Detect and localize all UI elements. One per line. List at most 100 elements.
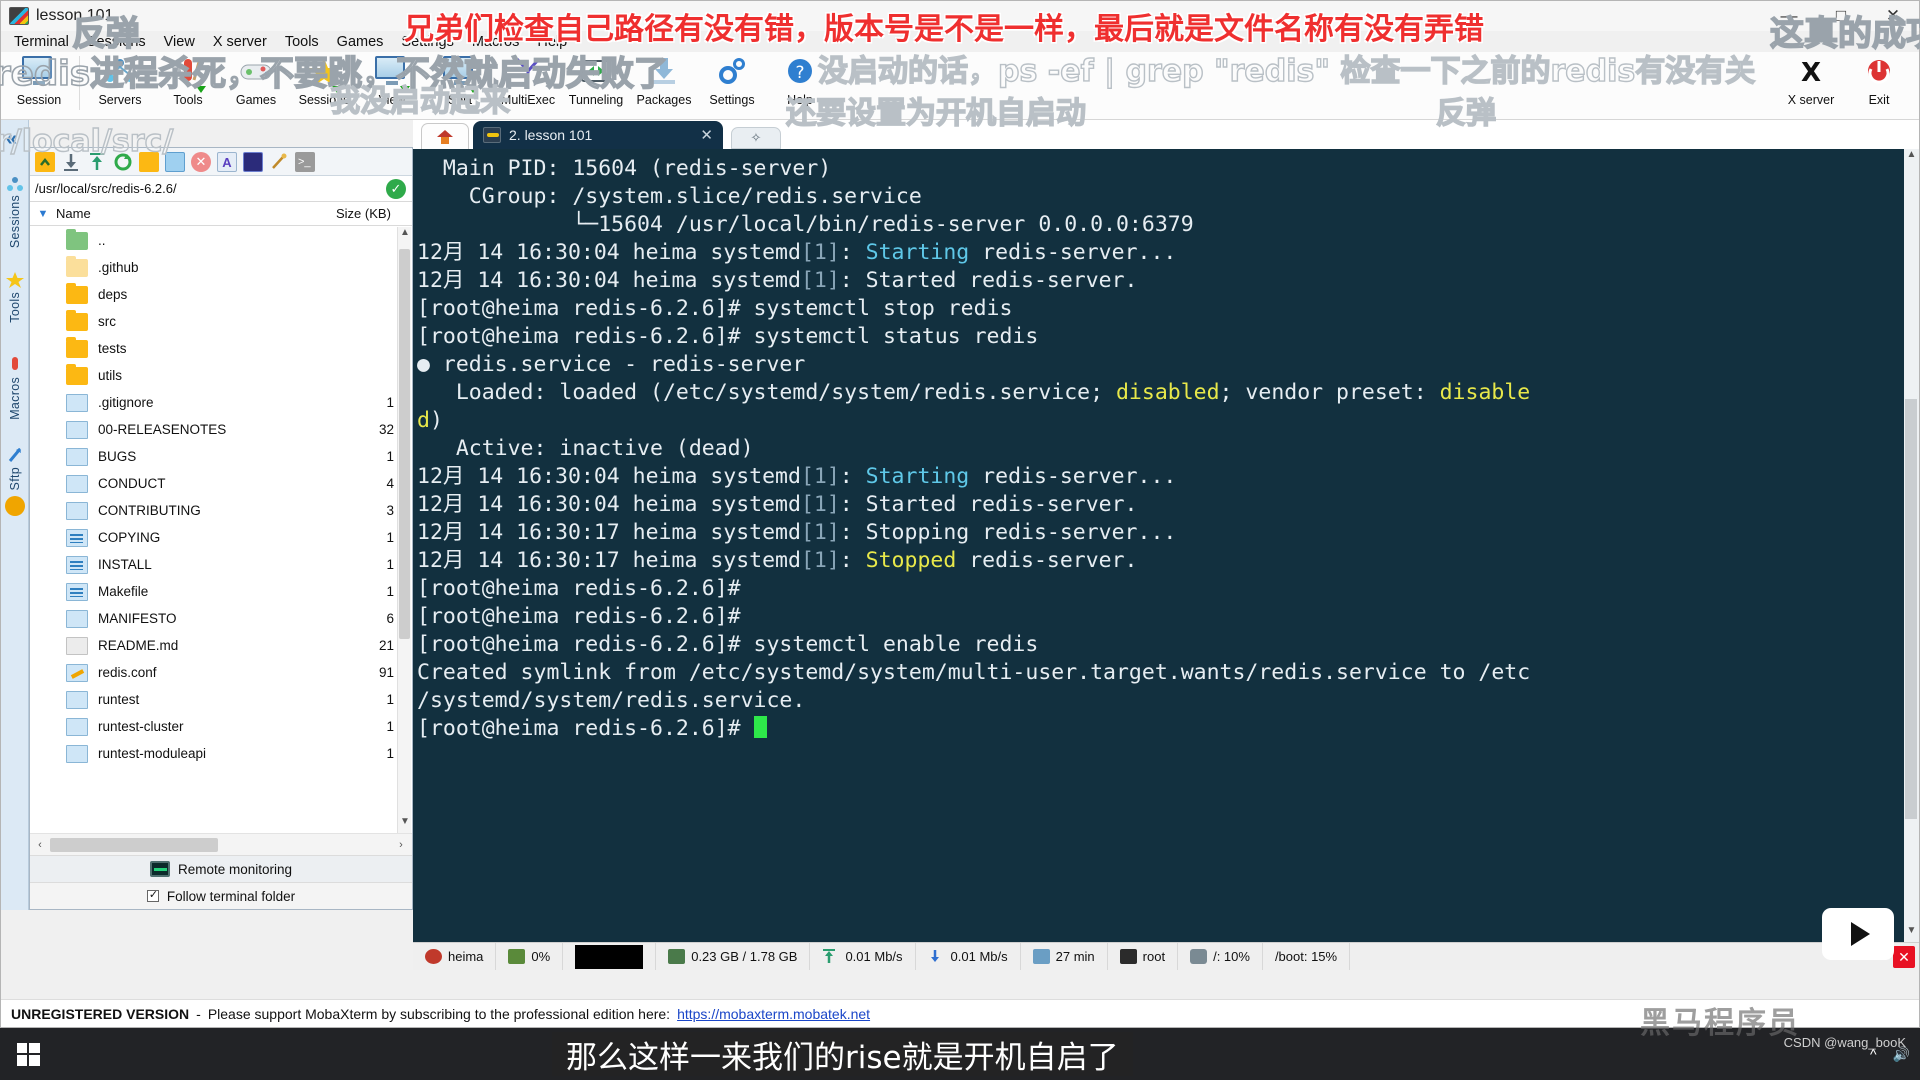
toolbar-x-server[interactable]: X X server — [1777, 52, 1845, 118]
checkbox-icon[interactable] — [146, 888, 159, 902]
upload-icon[interactable] — [87, 152, 107, 172]
start-button[interactable] — [0, 1028, 56, 1080]
mobaxterm-logo-icon — [9, 7, 29, 25]
play-button-overlay[interactable] — [1822, 908, 1894, 960]
file-row[interactable]: BUGS 1 — [30, 443, 412, 470]
toolbar-packages[interactable]: Packages — [630, 52, 698, 118]
file-list-horizontal-scrollbar[interactable]: ‹ › — [30, 833, 412, 855]
home-tab[interactable] — [421, 123, 469, 149]
scroll-down-arrow-icon[interactable]: ▼ — [398, 816, 412, 833]
download-arrow-icon — [928, 949, 945, 964]
file-row[interactable]: tests — [30, 335, 412, 362]
remote-monitoring-button[interactable]: Remote monitoring — [30, 855, 412, 882]
file-row[interactable]: README.md 21 — [30, 632, 412, 659]
text-mode-icon[interactable]: A — [217, 151, 237, 172]
scroll-right-arrow-icon[interactable]: › — [390, 839, 412, 851]
menu-view[interactable]: View — [155, 34, 204, 50]
close-button[interactable]: ✕ — [1867, 1, 1919, 31]
binary-mode-icon[interactable] — [243, 151, 263, 172]
terminal-scroll-down-icon[interactable]: ▼ — [1904, 925, 1919, 942]
column-size[interactable]: Size (KB) — [336, 206, 412, 221]
tunneling-icon — [579, 56, 613, 90]
status-cpu-label: 0% — [531, 949, 551, 964]
toolbar-servers[interactable]: Servers — [86, 52, 154, 118]
menu-settings[interactable]: Settings — [392, 34, 462, 50]
sort-caret-icon[interactable]: ▼ — [30, 208, 56, 220]
horizontal-scroll-thumb[interactable] — [50, 837, 218, 852]
scroll-up-arrow-icon[interactable]: ▲ — [398, 227, 412, 244]
file-row[interactable]: src — [30, 308, 412, 335]
toolbar-multiexec-label: MultiExec — [500, 93, 556, 107]
toolbar-exit[interactable]: Exit — [1845, 52, 1913, 118]
terminal-scrollbar[interactable]: ▲ ▼ — [1904, 149, 1919, 942]
file-row[interactable]: utils — [30, 362, 412, 389]
file-row[interactable]: .. — [30, 227, 412, 254]
toolbar-sessions[interactable]: Sessions — [290, 52, 358, 118]
terminal-tab-close-icon[interactable]: ✕ — [700, 126, 713, 144]
scroll-left-arrow-icon[interactable]: ‹ — [30, 839, 50, 851]
go-up-icon[interactable] — [35, 151, 55, 172]
file-row[interactable]: .github — [30, 254, 412, 281]
file-row[interactable]: 00-RELEASENOTES 32 — [30, 416, 412, 443]
terminal-scroll-up-icon[interactable]: ▲ — [1904, 149, 1919, 166]
file-row[interactable]: INSTALL 1 — [30, 551, 412, 578]
file-list[interactable]: .. .github deps src tests utils .gitignore 1 00-… — [30, 227, 412, 833]
file-row[interactable]: runtest-moduleapi 1 — [30, 740, 412, 767]
sidebar-tab-macros[interactable]: Macros — [1, 356, 29, 420]
home-icon — [437, 129, 453, 144]
status-close-button[interactable]: ✕ — [1893, 946, 1915, 968]
column-name[interactable]: Name — [56, 206, 336, 221]
menu-terminal[interactable]: Terminal — [5, 34, 78, 50]
terminal-output[interactable]: Main PID: 15604 (redis-server) CGroup: /… — [413, 149, 1919, 942]
sidebar-tab-sftp[interactable]: Sftp — [1, 446, 29, 490]
file-list-vertical-scrollbar[interactable]: ▲ ▼ — [397, 227, 411, 833]
toolbar-games[interactable]: Games — [222, 52, 290, 118]
delete-icon[interactable]: ✕ — [191, 151, 211, 172]
file-row[interactable]: redis.conf 91 — [30, 659, 412, 686]
terminal-tab-lesson-101[interactable]: 2. lesson 101 ✕ — [473, 121, 723, 149]
path-bar: ✓ — [30, 176, 412, 202]
menu-help[interactable]: Help — [528, 34, 576, 50]
toolbar-multiexec[interactable]: MultiExec — [494, 52, 562, 118]
toolbar-help[interactable]: ? Help — [766, 52, 834, 118]
terminal-icon[interactable]: >_ — [295, 151, 315, 172]
file-row[interactable]: runtest 1 — [30, 686, 412, 713]
file-row[interactable]: runtest-cluster 1 — [30, 713, 412, 740]
file-row[interactable]: CONTRIBUTING 3 — [30, 497, 412, 524]
refresh-icon[interactable] — [113, 152, 133, 172]
new-file-icon[interactable] — [165, 151, 185, 172]
file-row[interactable]: Makefile 1 — [30, 578, 412, 605]
vertical-scroll-thumb[interactable] — [399, 249, 410, 639]
minimize-button[interactable]: — — [1763, 1, 1815, 31]
new-tab-button[interactable]: ✧ — [731, 127, 781, 149]
terminal-scroll-thumb[interactable] — [1905, 399, 1917, 819]
menu-macros[interactable]: Macros — [463, 34, 529, 50]
toolbar-session[interactable]: Session — [5, 52, 73, 118]
menu-sessions[interactable]: Sessions — [78, 34, 155, 50]
toolbar-tools[interactable]: Tools — [154, 52, 222, 118]
path-input[interactable] — [30, 181, 360, 196]
menu-games[interactable]: Games — [328, 34, 393, 50]
toolbar-tunneling[interactable]: Tunneling — [562, 52, 630, 118]
download-icon[interactable] — [61, 152, 81, 172]
toolbar-view[interactable]: View — [358, 52, 426, 118]
file-row[interactable]: COPYING 1 — [30, 524, 412, 551]
follow-terminal-folder-checkbox[interactable]: Follow terminal folder — [30, 882, 412, 909]
terminal-text: Main PID: 15604 (redis-server) — [417, 156, 832, 181]
maximize-button[interactable]: □ — [1815, 1, 1867, 31]
toolbar-settings[interactable]: Settings — [698, 52, 766, 118]
unregistered-label: UNREGISTERED VERSION — [11, 1005, 190, 1022]
file-row[interactable]: .gitignore 1 — [30, 389, 412, 416]
sidebar-tab-sessions[interactable]: Sessions — [1, 176, 29, 248]
menu-x-server[interactable]: X server — [204, 34, 276, 50]
collapse-sidebar-button[interactable]: « — [6, 128, 17, 151]
sidebar-tab-tools[interactable]: Tools — [1, 271, 29, 323]
file-row[interactable]: deps — [30, 281, 412, 308]
menu-tools[interactable]: Tools — [276, 34, 328, 50]
unregistered-link[interactable]: https://mobaxterm.mobatek.net — [677, 1006, 870, 1022]
file-row[interactable]: MANIFESTO 6 — [30, 605, 412, 632]
permissions-icon[interactable] — [269, 152, 289, 172]
toolbar-split[interactable]: Split — [426, 52, 494, 118]
new-folder-icon[interactable] — [139, 151, 159, 172]
file-row[interactable]: CONDUCT 4 — [30, 470, 412, 497]
